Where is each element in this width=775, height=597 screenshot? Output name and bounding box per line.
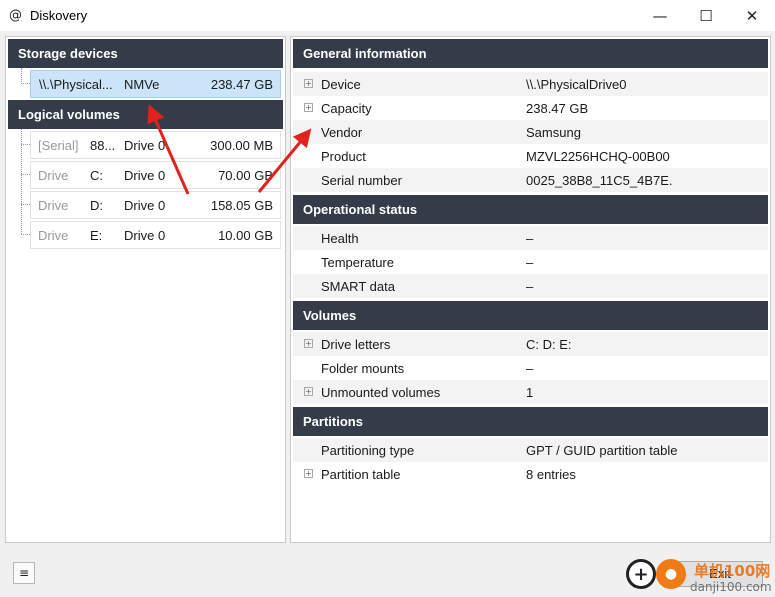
expand-icon[interactable]: +: [304, 469, 313, 478]
property-row-temperature: Temperature –: [293, 250, 768, 274]
property-value: –: [526, 255, 534, 270]
volume-kind: [Serial]: [38, 138, 79, 153]
logical-volumes-header: Logical volumes: [8, 100, 283, 129]
property-value: \\.\PhysicalDrive0: [526, 77, 627, 92]
volume-id: C:: [90, 168, 103, 183]
partitions-header: Partitions: [293, 407, 768, 436]
volume-item[interactable]: Drive E: Drive 0 10.00 GB: [30, 221, 281, 249]
plus-circle-icon: +: [626, 559, 656, 589]
property-row-serial-number: Serial number 0025_38B8_11C5_4B7E.: [293, 168, 768, 192]
property-value: –: [526, 361, 534, 376]
volume-kind: Drive: [38, 228, 69, 243]
property-row-unmounted-volumes[interactable]: + Unmounted volumes 1: [293, 380, 768, 404]
property-row-drive-letters[interactable]: + Drive letters C: D: E:: [293, 332, 768, 356]
volume-size: 158.05 GB: [210, 198, 273, 213]
client-area: Storage devices \\.\Physical... NMVe 238…: [0, 31, 775, 597]
app-icon: @: [9, 8, 22, 23]
property-label: Partitioning type: [321, 443, 415, 458]
property-value: –: [526, 231, 534, 246]
volume-size: 70.00 GB: [218, 168, 273, 183]
tree-connector: [21, 234, 30, 235]
property-label: Capacity: [321, 101, 372, 116]
maximize-button[interactable]: ☐: [683, 0, 729, 31]
property-value: 0025_38B8_11C5_4B7E.: [526, 173, 673, 188]
window-title: Diskovery: [30, 8, 88, 23]
watermark-text: 单机100网: [694, 562, 771, 580]
property-value: 238.47 GB: [526, 101, 589, 116]
operational-status-header: Operational status: [293, 195, 768, 224]
property-row-health: Health –: [293, 226, 768, 250]
device-type: NMVe: [124, 77, 160, 92]
device-name: \\.\Physical...: [39, 77, 113, 92]
expand-icon[interactable]: +: [304, 339, 313, 348]
menu-button[interactable]: ≡: [13, 562, 35, 584]
property-label: Partition table: [321, 467, 401, 482]
property-label: Drive letters: [321, 337, 391, 352]
general-information-header: General information: [293, 39, 768, 68]
property-label: Folder mounts: [321, 361, 405, 376]
volume-drive: Drive 0: [124, 138, 166, 153]
property-row-vendor: Vendor Samsung: [293, 120, 768, 144]
property-row-device[interactable]: + Device \\.\PhysicalDrive0: [293, 72, 768, 96]
volume-size: 300.00 MB: [210, 138, 273, 153]
device-size: 238.47 GB: [210, 77, 273, 92]
property-row-capacity[interactable]: + Capacity 238.47 GB: [293, 96, 768, 120]
property-row-folder-mounts: Folder mounts –: [293, 356, 768, 380]
volume-id: D:: [90, 198, 103, 213]
volume-id: E:: [90, 228, 103, 243]
expand-icon[interactable]: +: [304, 79, 313, 88]
property-row-product: Product MZVL2256HCHQ-00B00: [293, 144, 768, 168]
property-value: MZVL2256HCHQ-00B00: [526, 149, 670, 164]
volume-drive: Drive 0: [124, 228, 166, 243]
volume-kind: Drive: [38, 168, 69, 183]
property-row-partitioning-type: Partitioning type GPT / GUID partition t…: [293, 438, 768, 462]
tree-connector: [21, 204, 30, 205]
property-value: GPT / GUID partition table: [526, 443, 678, 458]
property-label: SMART data: [321, 279, 395, 294]
tree-connector: [21, 174, 30, 175]
expand-icon[interactable]: +: [304, 103, 313, 112]
property-label: Vendor: [321, 125, 363, 140]
tree-connector: [21, 83, 30, 84]
storage-device-item[interactable]: \\.\Physical... NMVe 238.47 GB: [30, 70, 281, 98]
volume-item[interactable]: [Serial] 88... Drive 0 300.00 MB: [30, 131, 281, 159]
property-label: Temperature: [321, 255, 394, 270]
property-label: Serial number: [321, 173, 402, 188]
volume-drive: Drive 0: [124, 168, 166, 183]
property-value: Samsung: [526, 125, 581, 140]
volume-id: 88...: [90, 138, 116, 153]
volumes-header: Volumes: [293, 301, 768, 330]
volume-kind: Drive: [38, 198, 69, 213]
storage-devices-header: Storage devices: [8, 39, 283, 68]
volume-item[interactable]: Drive C: Drive 0 70.00 GB: [30, 161, 281, 189]
minimize-button[interactable]: —: [637, 0, 683, 31]
hamburger-icon: ≡: [18, 566, 30, 580]
property-label: Device: [321, 77, 361, 92]
property-label: Unmounted volumes: [321, 385, 441, 400]
close-button[interactable]: ✕: [729, 0, 775, 31]
property-row-smart-data: SMART data –: [293, 274, 768, 298]
volume-item[interactable]: Drive D: Drive 0 158.05 GB: [30, 191, 281, 219]
watermark-url: danji100.com: [690, 580, 772, 594]
properties-pane: General information + Device \\.\Physica…: [290, 36, 771, 543]
property-label: Health: [321, 231, 359, 246]
property-value: C: D: E:: [526, 337, 572, 352]
property-value: 1: [526, 385, 534, 400]
device-tree-pane: Storage devices \\.\Physical... NMVe 238…: [5, 36, 286, 543]
title-bar: @ Diskovery — ☐ ✕: [0, 0, 775, 31]
property-value: 8 entries: [526, 467, 576, 482]
play-circle-icon: ●: [656, 559, 686, 589]
watermark-logo: + ●: [626, 559, 688, 593]
property-row-partition-table[interactable]: + Partition table 8 entries: [293, 462, 768, 486]
property-value: –: [526, 279, 534, 294]
tree-connector: [21, 144, 30, 145]
volume-size: 10.00 GB: [218, 228, 273, 243]
expand-icon[interactable]: +: [304, 387, 313, 396]
tree-connector: [21, 68, 22, 84]
volume-drive: Drive 0: [124, 198, 166, 213]
property-label: Product: [321, 149, 366, 164]
